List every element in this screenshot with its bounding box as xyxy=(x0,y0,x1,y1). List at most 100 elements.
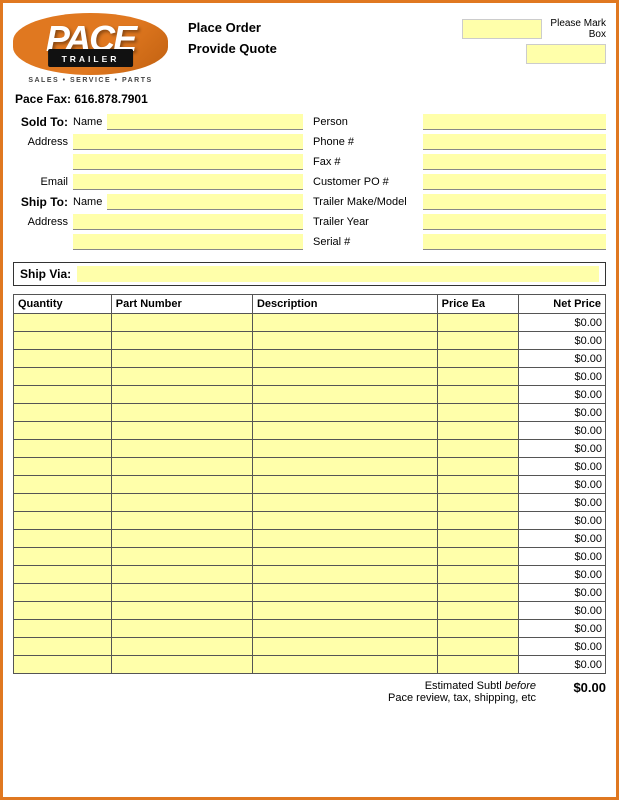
data-cell-0[interactable] xyxy=(14,404,112,422)
data-cell-1[interactable] xyxy=(111,440,252,458)
ship-address-input2[interactable] xyxy=(73,234,303,250)
data-cell-2[interactable] xyxy=(252,566,437,584)
data-cell-3[interactable] xyxy=(437,332,518,350)
data-cell-3[interactable] xyxy=(437,422,518,440)
data-cell-3[interactable] xyxy=(437,656,518,674)
data-cell-0[interactable] xyxy=(14,422,112,440)
ship-to-name-input[interactable] xyxy=(107,194,303,210)
data-cell-0[interactable] xyxy=(14,350,112,368)
data-cell-1[interactable] xyxy=(111,368,252,386)
data-cell-0[interactable] xyxy=(14,332,112,350)
data-cell-1[interactable] xyxy=(111,656,252,674)
data-cell-1[interactable] xyxy=(111,350,252,368)
data-cell-1[interactable] xyxy=(111,422,252,440)
sold-to-address-input2[interactable] xyxy=(73,154,303,170)
data-cell-0[interactable] xyxy=(14,620,112,638)
data-cell-2[interactable] xyxy=(252,386,437,404)
data-cell-3[interactable] xyxy=(437,314,518,332)
data-cell-3[interactable] xyxy=(437,494,518,512)
data-cell-2[interactable] xyxy=(252,368,437,386)
data-cell-2[interactable] xyxy=(252,584,437,602)
data-cell-0[interactable] xyxy=(14,512,112,530)
data-cell-1[interactable] xyxy=(111,458,252,476)
data-cell-1[interactable] xyxy=(111,332,252,350)
sold-to-address-row2 xyxy=(13,154,303,170)
data-cell-2[interactable] xyxy=(252,602,437,620)
data-cell-3[interactable] xyxy=(437,404,518,422)
ship-address-input1[interactable] xyxy=(73,214,303,230)
data-cell-3[interactable] xyxy=(437,458,518,476)
data-cell-1[interactable] xyxy=(111,548,252,566)
data-cell-0[interactable] xyxy=(14,530,112,548)
data-cell-0[interactable] xyxy=(14,440,112,458)
data-cell-1[interactable] xyxy=(111,620,252,638)
data-cell-3[interactable] xyxy=(437,584,518,602)
data-cell-2[interactable] xyxy=(252,314,437,332)
customer-po-input[interactable] xyxy=(423,174,606,190)
data-cell-0[interactable] xyxy=(14,548,112,566)
subtotal-label: Estimated Subtl before Pace review, tax,… xyxy=(388,680,536,704)
data-cell-3[interactable] xyxy=(437,548,518,566)
data-cell-0[interactable] xyxy=(14,602,112,620)
data-cell-2[interactable] xyxy=(252,656,437,674)
data-cell-1[interactable] xyxy=(111,314,252,332)
data-cell-2[interactable] xyxy=(252,494,437,512)
email-input[interactable] xyxy=(73,174,303,190)
data-cell-2[interactable] xyxy=(252,620,437,638)
data-cell-2[interactable] xyxy=(252,512,437,530)
data-cell-1[interactable] xyxy=(111,638,252,656)
data-cell-1[interactable] xyxy=(111,512,252,530)
data-cell-2[interactable] xyxy=(252,530,437,548)
data-cell-3[interactable] xyxy=(437,386,518,404)
sold-to-name-input[interactable] xyxy=(107,114,303,130)
place-order-checkbox[interactable] xyxy=(462,19,542,39)
data-cell-0[interactable] xyxy=(14,368,112,386)
data-cell-2[interactable] xyxy=(252,458,437,476)
data-cell-3[interactable] xyxy=(437,566,518,584)
phone-input[interactable] xyxy=(423,134,606,150)
trailer-year-input[interactable] xyxy=(423,214,606,230)
data-cell-0[interactable] xyxy=(14,656,112,674)
data-cell-1[interactable] xyxy=(111,386,252,404)
data-cell-3[interactable] xyxy=(437,440,518,458)
data-cell-2[interactable] xyxy=(252,440,437,458)
data-cell-3[interactable] xyxy=(437,368,518,386)
data-cell-3[interactable] xyxy=(437,530,518,548)
data-cell-1[interactable] xyxy=(111,494,252,512)
data-cell-2[interactable] xyxy=(252,332,437,350)
data-cell-3[interactable] xyxy=(437,350,518,368)
data-cell-2[interactable] xyxy=(252,638,437,656)
trailer-make-input[interactable] xyxy=(423,194,606,210)
provide-quote-checkbox[interactable] xyxy=(526,44,606,64)
data-cell-1[interactable] xyxy=(111,530,252,548)
data-cell-0[interactable] xyxy=(14,314,112,332)
data-cell-2[interactable] xyxy=(252,350,437,368)
sold-to-address-input1[interactable] xyxy=(73,134,303,150)
data-cell-2[interactable] xyxy=(252,404,437,422)
data-cell-2[interactable] xyxy=(252,476,437,494)
ship-via-input[interactable] xyxy=(77,266,599,282)
data-cell-3[interactable] xyxy=(437,638,518,656)
data-cell-0[interactable] xyxy=(14,638,112,656)
data-cell-3[interactable] xyxy=(437,512,518,530)
data-cell-2[interactable] xyxy=(252,422,437,440)
data-cell-3[interactable] xyxy=(437,476,518,494)
data-cell-1[interactable] xyxy=(111,602,252,620)
data-cell-0[interactable] xyxy=(14,566,112,584)
person-input[interactable] xyxy=(423,114,606,130)
data-cell-1[interactable] xyxy=(111,476,252,494)
data-cell-3[interactable] xyxy=(437,620,518,638)
data-cell-2[interactable] xyxy=(252,548,437,566)
serial-input[interactable] xyxy=(423,234,606,250)
table-row: $0.00 xyxy=(14,458,606,476)
fax-input[interactable] xyxy=(423,154,606,170)
data-cell-1[interactable] xyxy=(111,584,252,602)
data-cell-1[interactable] xyxy=(111,404,252,422)
data-cell-3[interactable] xyxy=(437,602,518,620)
data-cell-0[interactable] xyxy=(14,386,112,404)
data-cell-0[interactable] xyxy=(14,584,112,602)
data-cell-0[interactable] xyxy=(14,494,112,512)
data-cell-1[interactable] xyxy=(111,566,252,584)
data-cell-0[interactable] xyxy=(14,476,112,494)
data-cell-0[interactable] xyxy=(14,458,112,476)
